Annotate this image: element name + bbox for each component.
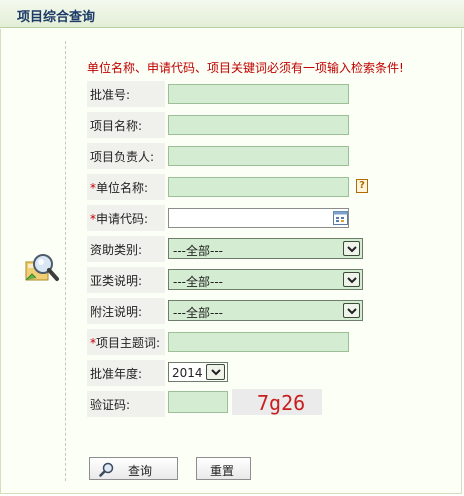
magnifier-icon	[99, 462, 115, 480]
divider	[65, 41, 66, 481]
chevron-down-icon	[206, 364, 225, 380]
subtype-label: 亚类说明:	[90, 274, 143, 288]
project-name-label-cell: 项目名称:	[87, 112, 165, 138]
reset-button-label: 重置	[210, 464, 235, 478]
project-leader-label-cell: 项目负责人:	[87, 143, 165, 169]
magnifier-icon	[24, 252, 60, 284]
funding-type-label-cell: 资助类别:	[87, 236, 165, 262]
note-desc-label: 附注说明:	[90, 305, 143, 319]
project-leader-input[interactable]	[168, 146, 349, 166]
search-button-label: 查询	[128, 464, 153, 478]
chevron-down-icon	[343, 241, 360, 256]
captcha-input[interactable]	[168, 391, 228, 413]
apply-code-input[interactable]	[168, 208, 349, 228]
search-button[interactable]: 查询	[89, 457, 178, 480]
page-title: 项目综合查询	[17, 10, 96, 25]
subtype-label-cell: 亚类说明:	[87, 267, 165, 293]
apply-code-label-cell: *申请代码:	[87, 205, 165, 231]
project-keyword-label: *项目主题词:	[90, 336, 161, 350]
chevron-down-icon	[343, 272, 360, 287]
subtype-value: ---全部---	[173, 275, 223, 289]
unit-name-label: *单位名称:	[90, 181, 149, 195]
page-header: 项目综合查询	[0, 0, 464, 28]
reset-button[interactable]: 重置	[196, 457, 251, 480]
apply-code-label: *申请代码:	[90, 212, 149, 226]
note-desc-select[interactable]: ---全部---	[168, 300, 363, 321]
approval-year-value: 2014	[172, 366, 203, 380]
subtype-select[interactable]: ---全部---	[168, 269, 363, 290]
unit-name-input[interactable]	[168, 177, 349, 197]
funding-type-select[interactable]: ---全部---	[168, 238, 363, 259]
unit-name-label-cell: *单位名称:	[87, 174, 165, 200]
project-leader-label: 项目负责人:	[90, 150, 155, 164]
approval-no-label: 批准号:	[90, 88, 131, 102]
captcha-label-cell: 验证码:	[87, 391, 165, 417]
approval-year-label-cell: 批准年度:	[87, 360, 165, 386]
project-name-label: 项目名称:	[90, 119, 143, 133]
captcha-label: 验证码:	[90, 398, 131, 412]
funding-type-label: 资助类别:	[90, 243, 143, 257]
project-name-input[interactable]	[168, 115, 349, 135]
note-desc-label-cell: 附注说明:	[87, 298, 165, 324]
calendar-picker-icon[interactable]	[333, 211, 348, 225]
note-desc-value: ---全部---	[173, 306, 223, 320]
project-keyword-input[interactable]	[168, 332, 349, 352]
approval-year-select[interactable]: 2014	[168, 362, 228, 382]
captcha-image[interactable]: 7g26	[232, 389, 322, 415]
required-notice: 单位名称、申请代码、项目关键词必须有一项输入检索条件!	[87, 61, 404, 75]
project-keyword-label-cell: *项目主题词:	[87, 329, 165, 355]
captcha-image-text: 7g26	[257, 391, 306, 415]
approval-year-label: 批准年度:	[90, 367, 143, 381]
help-icon[interactable]: ?	[356, 179, 368, 193]
funding-type-value: ---全部---	[173, 244, 223, 258]
approval-no-label-cell: 批准号:	[87, 81, 165, 107]
approval-no-input[interactable]	[168, 84, 349, 104]
chevron-down-icon	[343, 303, 360, 318]
